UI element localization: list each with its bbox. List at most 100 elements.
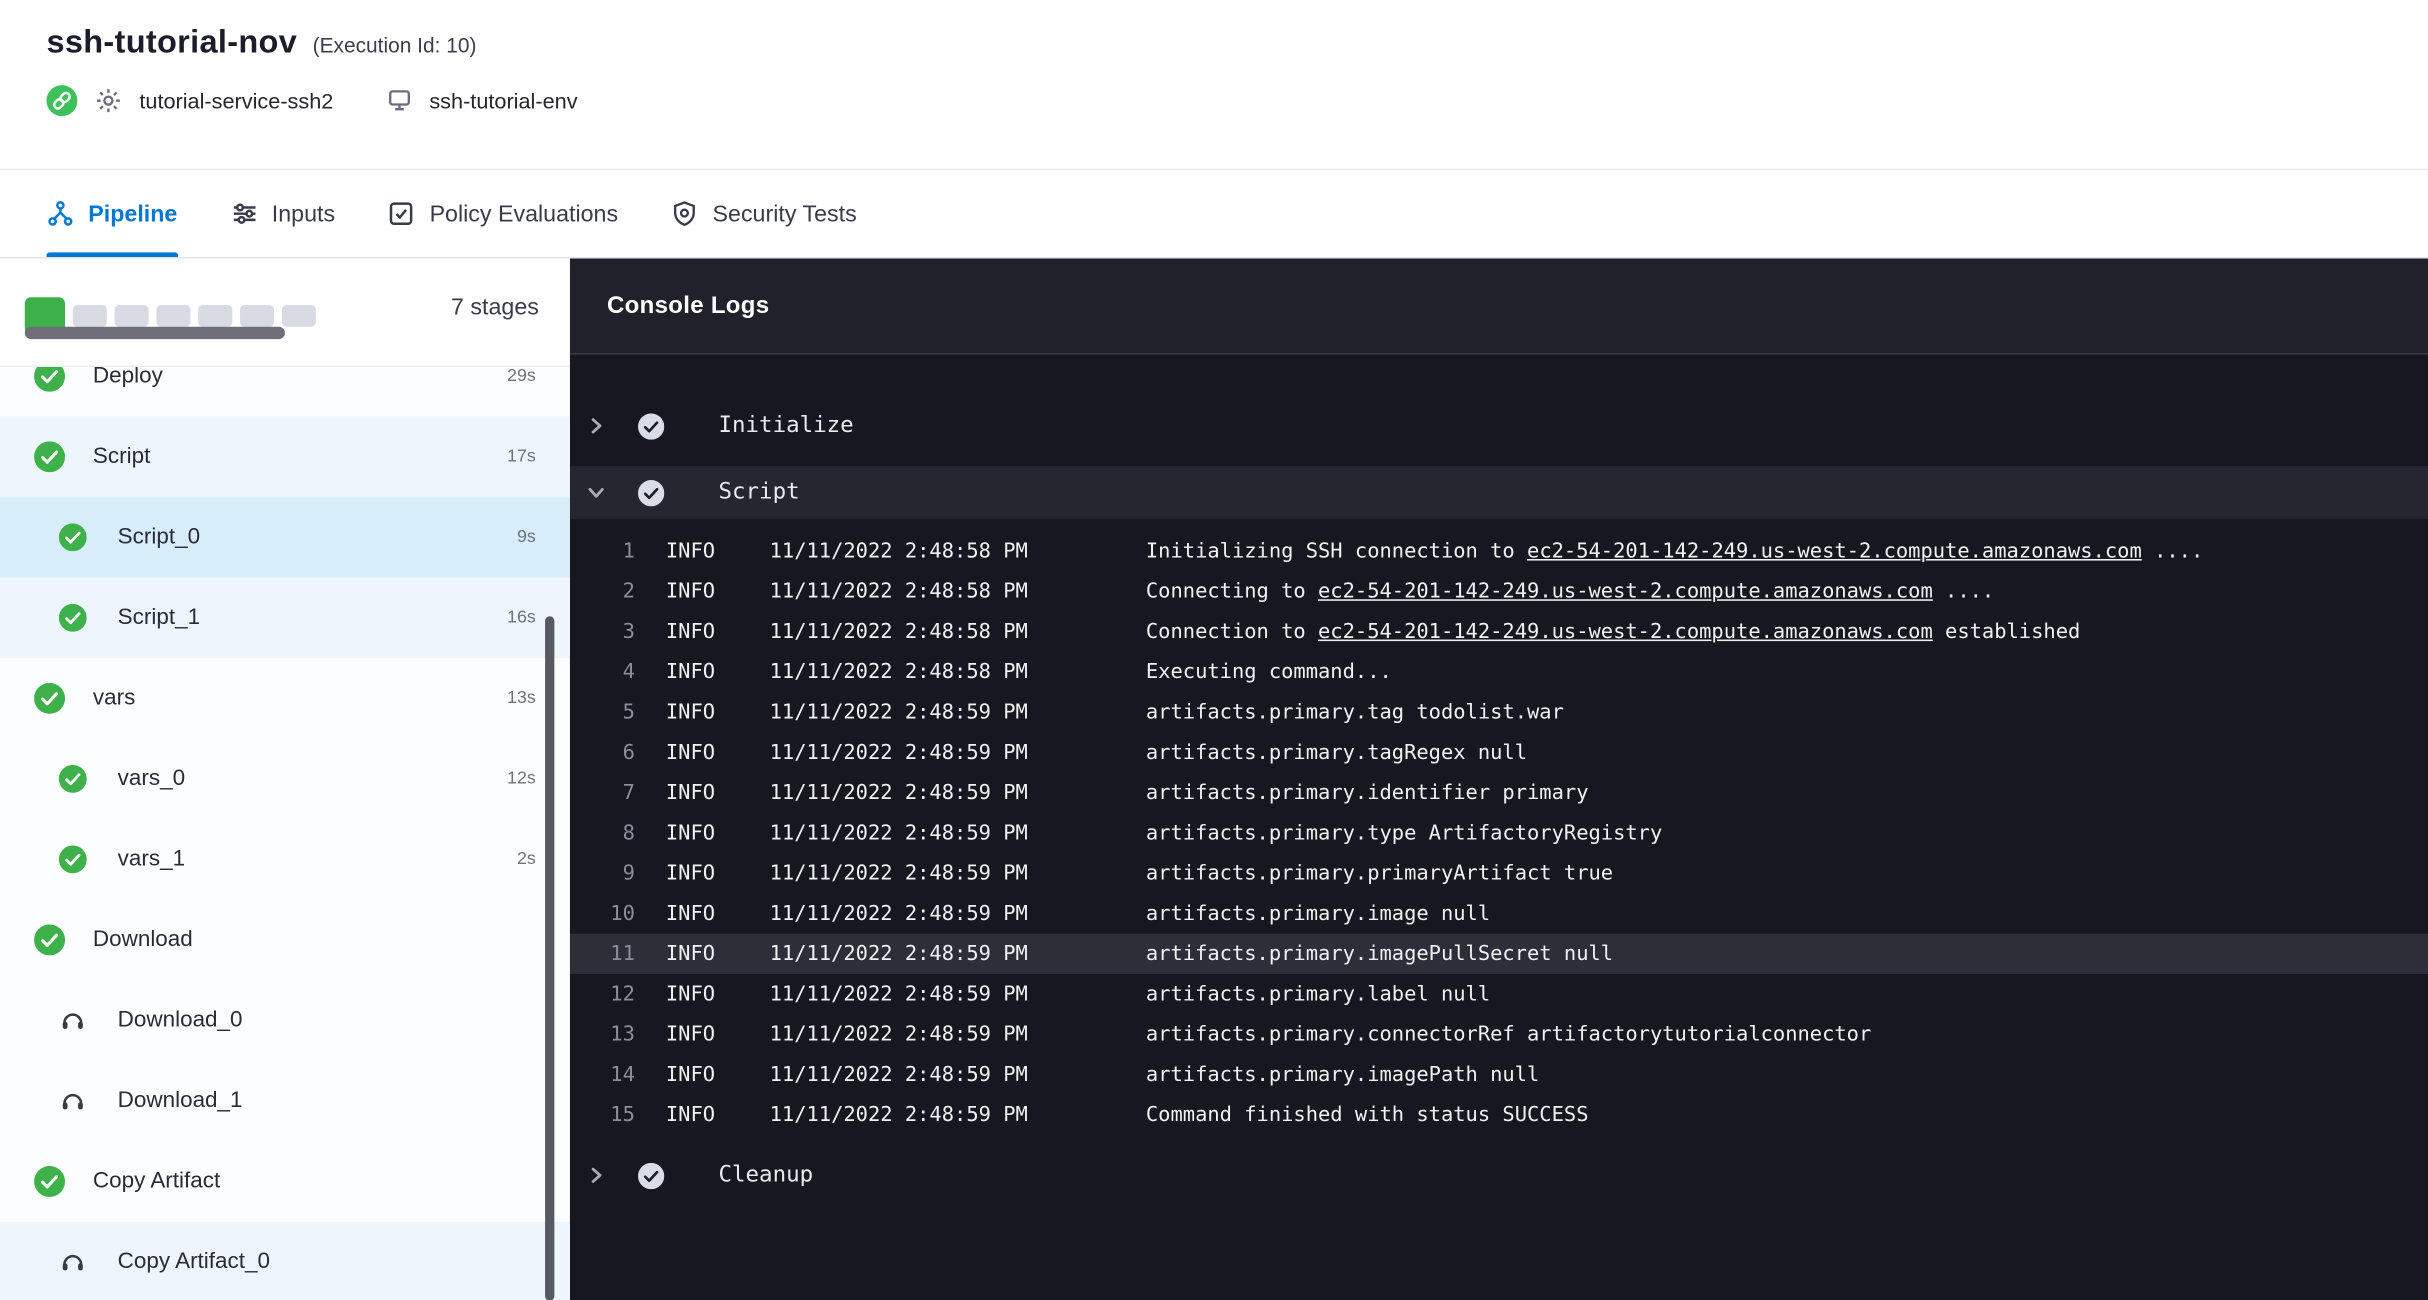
step-row-vars-1[interactable]: vars_12s — [0, 819, 570, 900]
log-section-initialize[interactable]: Initialize — [570, 401, 2428, 451]
step-row-copy-artifact-0[interactable]: Copy Artifact_0 — [0, 1222, 570, 1300]
progress-segment-todo — [240, 305, 274, 327]
success-icon — [59, 845, 87, 873]
log-lines: 1INFO11/11/2022 2:48:58 PMInitializing S… — [570, 531, 2428, 1135]
log-message: artifacts.primary.connectorRef artifacto… — [1146, 1023, 2428, 1046]
log-timestamp: 11/11/2022 2:48:59 PM — [770, 942, 1146, 965]
line-number: 9 — [570, 862, 635, 885]
app-header: ssh-tutorial-nov (Execution Id: 10) tuto… — [0, 0, 2428, 170]
log-level: INFO — [666, 942, 770, 965]
step-row-script-1[interactable]: Script_116s — [0, 578, 570, 659]
success-icon — [34, 683, 65, 714]
stage-duration: 16s — [507, 609, 536, 628]
log-section-script[interactable]: Script — [570, 466, 2428, 519]
log-message: artifacts.primary.tagRegex null — [1146, 741, 2428, 764]
gear-icon[interactable] — [94, 87, 122, 115]
service-name[interactable]: tutorial-service-ssh2 — [139, 88, 333, 113]
log-timestamp: 11/11/2022 2:48:59 PM — [770, 983, 1146, 1006]
stage-label: vars_0 — [118, 767, 185, 792]
console-header: Console Logs — [570, 259, 2428, 355]
chevron-right-icon[interactable] — [585, 1164, 607, 1186]
stage-duration: 9s — [517, 528, 536, 547]
log-link[interactable]: ec2-54-201-142-249.us-west-2.compute.ama… — [1318, 620, 1933, 643]
tab-security-tests[interactable]: Security Tests — [671, 170, 857, 257]
stage-label: Download — [93, 928, 193, 953]
log-line-8[interactable]: 8INFO11/11/2022 2:48:59 PMartifacts.prim… — [570, 813, 2428, 853]
log-line-13[interactable]: 13INFO11/11/2022 2:48:59 PMartifacts.pri… — [570, 1014, 2428, 1054]
stages-progress-header: 7 stages — [0, 259, 570, 367]
stage-row-download[interactable]: Download — [0, 900, 570, 981]
log-level: INFO — [666, 1063, 770, 1086]
log-line-12[interactable]: 12INFO11/11/2022 2:48:59 PMartifacts.pri… — [570, 974, 2428, 1014]
environment-name[interactable]: ssh-tutorial-env — [429, 88, 577, 113]
stage-row-script[interactable]: Script17s — [0, 417, 570, 498]
log-level: INFO — [666, 741, 770, 764]
log-timestamp: 11/11/2022 2:48:58 PM — [770, 540, 1146, 563]
log-message: artifacts.primary.identifier primary — [1146, 781, 2428, 804]
log-line-1[interactable]: 1INFO11/11/2022 2:48:58 PMInitializing S… — [570, 531, 2428, 571]
log-timestamp: 11/11/2022 2:48:59 PM — [770, 902, 1146, 925]
stage-label: Copy Artifact_0 — [118, 1250, 270, 1275]
stage-row-vars[interactable]: vars13s — [0, 658, 570, 739]
log-line-11[interactable]: 11INFO11/11/2022 2:48:59 PMartifacts.pri… — [570, 934, 2428, 974]
line-number: 6 — [570, 741, 635, 764]
line-number: 11 — [570, 942, 635, 965]
stage-label: vars — [93, 686, 135, 711]
log-message: Initializing SSH connection to ec2-54-20… — [1146, 540, 2428, 563]
stage-duration: 29s — [507, 367, 536, 386]
success-icon — [59, 765, 87, 793]
stage-label: Download_1 — [118, 1089, 243, 1114]
tab-inputs[interactable]: Inputs — [230, 170, 335, 257]
log-line-14[interactable]: 14INFO11/11/2022 2:48:59 PMartifacts.pri… — [570, 1055, 2428, 1095]
success-icon — [638, 413, 664, 439]
vertical-scrollbar[interactable] — [545, 616, 554, 1300]
stage-row-copy-artifact[interactable]: Copy Artifact — [0, 1141, 570, 1222]
log-line-6[interactable]: 6INFO11/11/2022 2:48:59 PMartifacts.prim… — [570, 732, 2428, 772]
section-title: Initialize — [719, 413, 854, 438]
log-line-9[interactable]: 9INFO11/11/2022 2:48:59 PMartifacts.prim… — [570, 853, 2428, 893]
step-row-download-1[interactable]: Download_1 — [0, 1061, 570, 1142]
log-line-2[interactable]: 2INFO11/11/2022 2:48:58 PMConnecting to … — [570, 571, 2428, 611]
stage-list: Deploy29sScript17sScript_09sScript_116sv… — [0, 336, 570, 1300]
line-number: 15 — [570, 1103, 635, 1126]
policy-icon — [388, 200, 416, 228]
line-number: 10 — [570, 902, 635, 925]
execution-page: ssh-tutorial-nov (Execution Id: 10) tuto… — [0, 0, 2428, 1300]
horizontal-scrollbar[interactable] — [25, 327, 285, 339]
step-row-download-0[interactable]: Download_0 — [0, 980, 570, 1061]
line-number: 1 — [570, 540, 635, 563]
stage-duration: 17s — [507, 448, 536, 467]
log-message: artifacts.primary.imagePath null — [1146, 1063, 2428, 1086]
log-line-4[interactable]: 4INFO11/11/2022 2:48:58 PMExecuting comm… — [570, 652, 2428, 692]
log-line-5[interactable]: 5INFO11/11/2022 2:48:59 PMartifacts.prim… — [570, 692, 2428, 732]
log-timestamp: 11/11/2022 2:48:59 PM — [770, 1063, 1146, 1086]
log-level: INFO — [666, 1023, 770, 1046]
progress-segment-todo — [198, 305, 232, 327]
stage-duration: 2s — [517, 850, 536, 869]
log-level: INFO — [666, 821, 770, 844]
tab-policy-evaluations[interactable]: Policy Evaluations — [388, 170, 618, 257]
log-level: INFO — [666, 620, 770, 643]
tab-pipeline[interactable]: Pipeline — [46, 170, 177, 257]
log-line-15[interactable]: 15INFO11/11/2022 2:48:59 PMCommand finis… — [570, 1095, 2428, 1135]
log-line-3[interactable]: 3INFO11/11/2022 2:48:58 PMConnection to … — [570, 612, 2428, 652]
log-line-7[interactable]: 7INFO11/11/2022 2:48:59 PMartifacts.prim… — [570, 773, 2428, 813]
step-row-script-0[interactable]: Script_09s — [0, 497, 570, 578]
log-link[interactable]: ec2-54-201-142-249.us-west-2.compute.ama… — [1318, 580, 1933, 603]
environment-icon — [386, 87, 414, 115]
log-level: INFO — [666, 1103, 770, 1126]
log-line-10[interactable]: 10INFO11/11/2022 2:48:59 PMartifacts.pri… — [570, 893, 2428, 933]
line-number: 8 — [570, 821, 635, 844]
log-section-cleanup[interactable]: Cleanup — [570, 1151, 2428, 1201]
log-level: INFO — [666, 781, 770, 804]
log-level: INFO — [666, 983, 770, 1006]
log-timestamp: 11/11/2022 2:48:58 PM — [770, 660, 1146, 683]
console-title: Console Logs — [607, 292, 769, 320]
chevron-down-icon[interactable] — [585, 482, 607, 504]
tab-label: Inputs — [272, 201, 335, 227]
title-row: ssh-tutorial-nov (Execution Id: 10) — [46, 0, 2381, 62]
success-icon — [34, 441, 65, 472]
chevron-right-icon[interactable] — [585, 415, 607, 437]
log-link[interactable]: ec2-54-201-142-249.us-west-2.compute.ama… — [1527, 540, 2142, 563]
step-row-vars-0[interactable]: vars_012s — [0, 739, 570, 820]
